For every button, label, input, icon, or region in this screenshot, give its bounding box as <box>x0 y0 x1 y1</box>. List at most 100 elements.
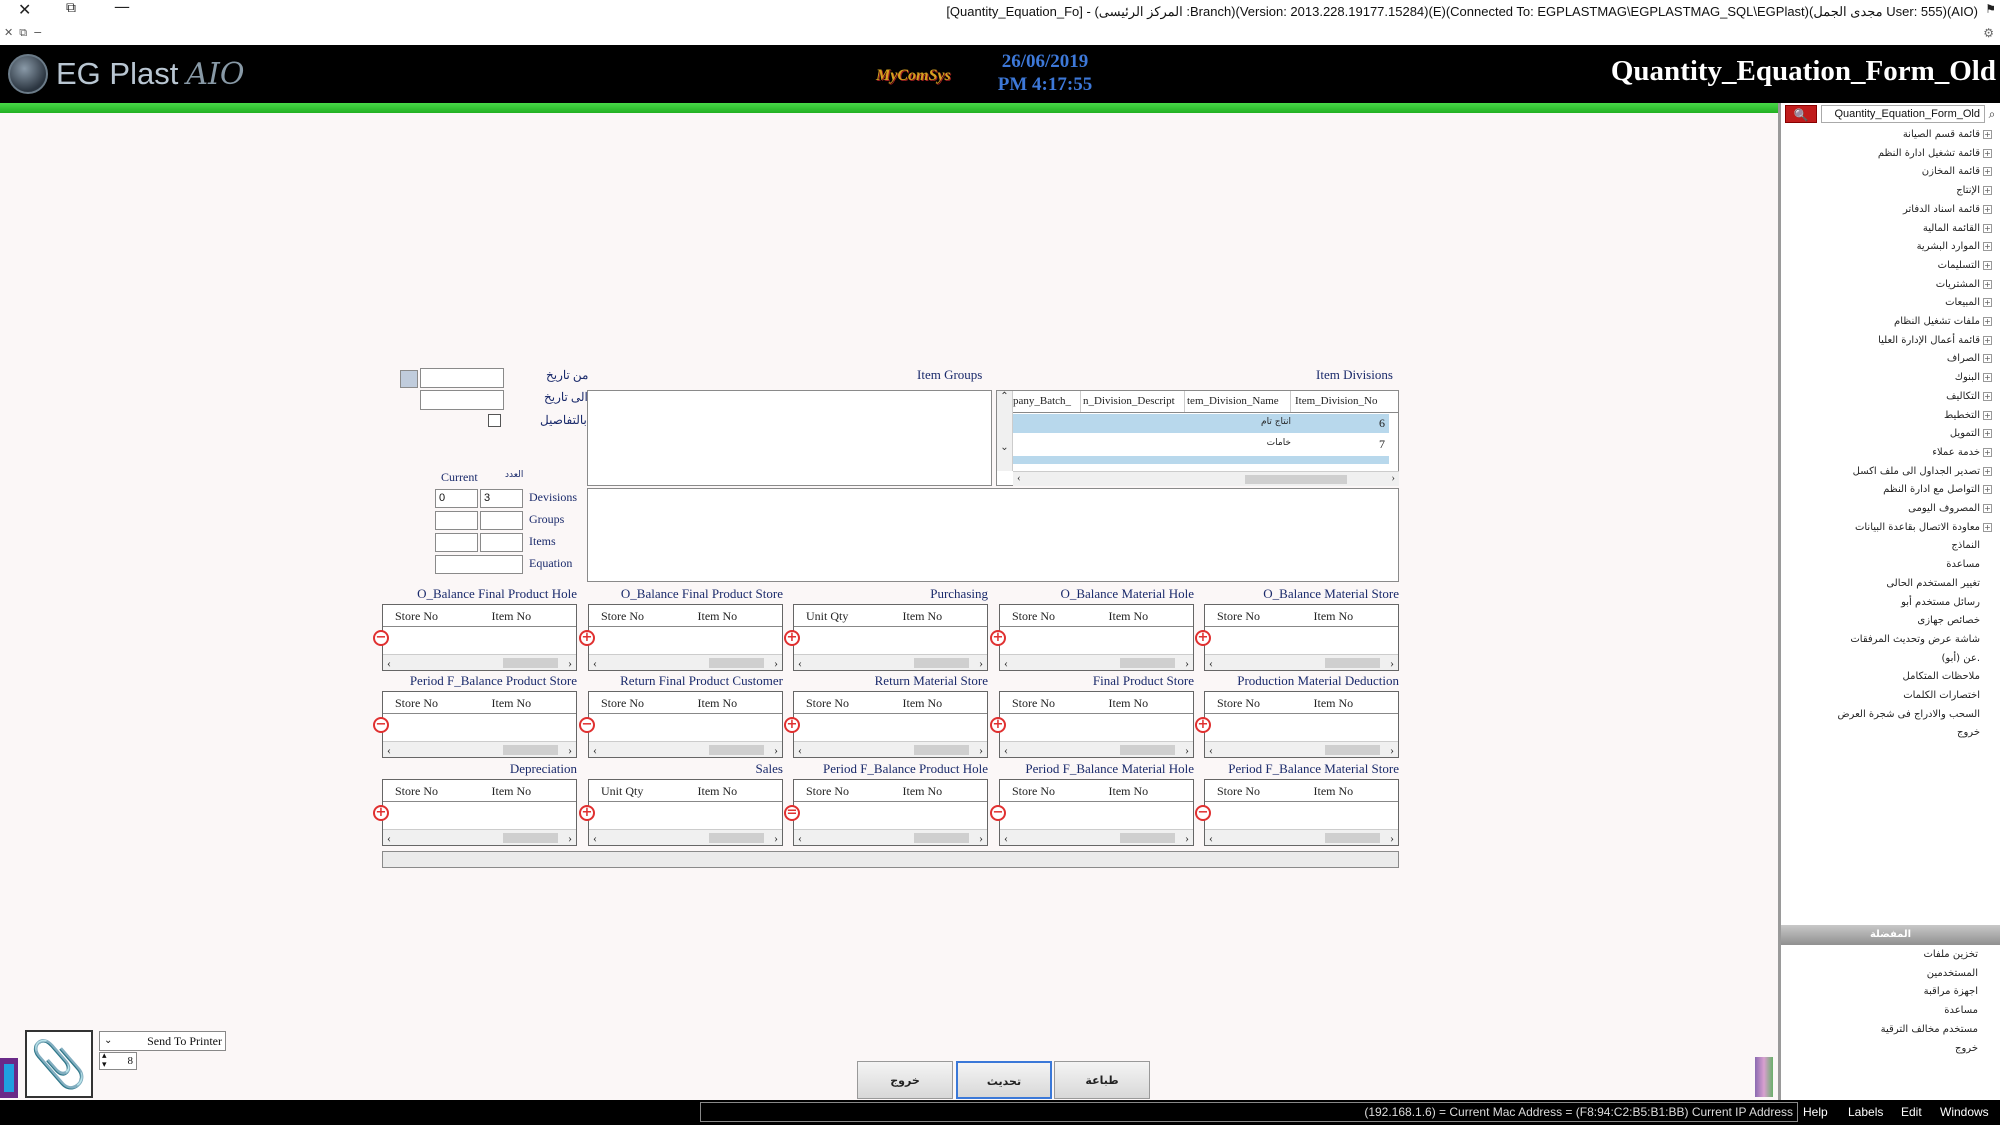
scroll-right-icon[interactable]: › <box>774 742 778 758</box>
scroll-left-icon[interactable]: ‹ <box>387 655 391 671</box>
column-header[interactable]: Store No <box>1000 780 1097 801</box>
expand-icon[interactable]: + <box>1983 466 1992 476</box>
sidebar-item[interactable]: الصراف + <box>1947 353 1992 364</box>
sidebar-item[interactable]: التواصل مع ادارة النظم + <box>1883 484 1992 495</box>
sidebar-item[interactable]: قائمة المخازن + <box>1922 166 1992 177</box>
printer-select[interactable]: ⌄ Send To Printer <box>99 1031 226 1051</box>
plus-circle-icon[interactable]: + <box>784 717 800 733</box>
scroll-thumb[interactable] <box>914 658 969 668</box>
from-date-input[interactable] <box>420 368 504 388</box>
table-row[interactable] <box>1013 456 1389 464</box>
expand-icon[interactable]: + <box>1983 522 1992 532</box>
plus-circle-icon[interactable]: + <box>579 805 595 821</box>
attachment-icon[interactable]: 📎 <box>25 1030 93 1098</box>
scroll-left-icon[interactable]: ‹ <box>387 830 391 846</box>
equation-grid[interactable]: Store No Item No ‹ › <box>1204 604 1399 671</box>
favorite-item[interactable]: المستخدمين <box>1927 968 1978 979</box>
column-header[interactable]: Item No <box>891 605 988 626</box>
column-header[interactable]: Item No <box>891 692 988 713</box>
scroll-right-icon[interactable]: › <box>979 830 983 846</box>
close-icon[interactable]: ✕ <box>18 0 31 19</box>
column-header[interactable]: Store No <box>589 692 686 713</box>
column-header[interactable]: Item No <box>1097 780 1194 801</box>
scroll-thumb[interactable] <box>1120 833 1175 843</box>
sidebar-item[interactable]: السحب والادراج فى شجرة العرض <box>1837 709 1980 720</box>
expand-icon[interactable]: + <box>1983 447 1992 457</box>
sidebar-item[interactable]: التسليمات + <box>1938 260 1992 271</box>
scroll-left-icon[interactable]: ‹ <box>798 742 802 758</box>
menu-edit[interactable]: Edit <box>1901 1105 1922 1119</box>
equation-grid[interactable]: Store No Item No ‹ › <box>382 604 577 671</box>
favorite-item[interactable]: خروج <box>1955 1043 1978 1054</box>
sidebar-item[interactable]: اختصارات الكلمات <box>1903 690 1980 701</box>
divisions-hscroll[interactable]: ‹ › <box>1013 471 1399 486</box>
sidebar-item[interactable]: المبيعات + <box>1945 297 1992 308</box>
equation-grid[interactable]: Store No Item No ‹ › <box>382 691 577 758</box>
column-header[interactable]: Unit Qty <box>589 780 686 801</box>
minus-circle-icon[interactable]: − <box>990 805 1006 821</box>
equation-panel[interactable] <box>587 488 1399 582</box>
favorite-item[interactable]: مساعدة <box>1944 1005 1978 1016</box>
grid-hscroll[interactable]: ‹ › <box>383 829 576 845</box>
books-icon[interactable] <box>1755 1057 1773 1097</box>
sidebar-item[interactable]: النماذج <box>1951 540 1980 551</box>
expand-icon[interactable]: + <box>1983 373 1992 383</box>
grid-hscroll[interactable]: ‹ › <box>1000 741 1193 757</box>
equation-grid[interactable]: Store No Item No ‹ › <box>793 779 988 846</box>
minus-circle-icon[interactable]: − <box>1195 805 1211 821</box>
favorite-item[interactable]: مستخدم مخالف الترقية <box>1881 1024 1978 1035</box>
sidebar-item[interactable]: خروج <box>1957 727 1980 738</box>
stepper-arrows-icon[interactable]: ▴ ▾ <box>102 1051 107 1069</box>
sidebar-item[interactable]: رسائل مستخدم أبو <box>1901 597 1980 608</box>
column-header[interactable]: pany_Batch_ <box>1013 391 1081 412</box>
expand-icon[interactable]: + <box>1983 504 1992 513</box>
expand-icon[interactable]: + <box>1983 186 1992 196</box>
scroll-right-icon[interactable]: › <box>774 655 778 671</box>
expand-icon[interactable]: + <box>1983 130 1992 139</box>
count-input[interactable]: 3 <box>480 489 523 508</box>
scroll-left-icon[interactable]: ‹ <box>798 655 802 671</box>
equation-grid[interactable]: Store No Item No ‹ › <box>382 779 577 846</box>
details-checkbox[interactable] <box>488 414 501 427</box>
plus-circle-icon[interactable]: + <box>579 630 595 646</box>
sidebar-item[interactable]: المصروف اليومى + <box>1908 503 1992 514</box>
expand-icon[interactable]: + <box>1983 148 1992 158</box>
current-input[interactable] <box>435 555 523 574</box>
item-divisions-grid[interactable]: ⌃ ⌄ pany_Batch_ n_Division_Descript tem_… <box>996 390 1399 486</box>
grid-hscroll[interactable]: ‹ › <box>1205 829 1398 845</box>
scroll-thumb[interactable] <box>709 745 764 755</box>
scroll-left-icon[interactable]: ‹ <box>1004 655 1008 671</box>
scroll-left-icon[interactable]: ‹ <box>1004 830 1008 846</box>
settings-icon[interactable]: ⚙ <box>1983 26 1994 40</box>
equation-grid[interactable]: Store No Item No ‹ › <box>793 691 988 758</box>
equals-circle-icon[interactable]: = <box>784 805 800 821</box>
scroll-up-icon[interactable]: ⌃ <box>997 391 1012 402</box>
expand-icon[interactable]: + <box>1983 429 1992 439</box>
equation-grid[interactable]: Store No Item No ‹ › <box>588 604 783 671</box>
item-groups-list[interactable] <box>587 390 992 486</box>
sidebar-item[interactable]: قائمة اسناد الدفاتر + <box>1903 204 1992 215</box>
divisions-vscroll[interactable]: ⌃ ⌄ <box>997 391 1013 471</box>
table-row[interactable]: خامات 7 <box>1013 435 1389 455</box>
column-header[interactable]: Item No <box>1097 605 1194 626</box>
column-header[interactable]: Item No <box>1097 692 1194 713</box>
expand-icon[interactable]: + <box>1983 391 1992 401</box>
column-header[interactable]: Item No <box>480 605 577 626</box>
sidebar-item[interactable]: المشتريات + <box>1936 279 1992 290</box>
plus-circle-icon[interactable]: + <box>1195 630 1211 646</box>
equation-grid[interactable]: Store No Item No ‹ › <box>588 691 783 758</box>
sidebar-item[interactable]: تصدير الجداول الى ملف اكسل + <box>1853 466 1992 477</box>
scroll-left-icon[interactable]: ‹ <box>1017 472 1021 484</box>
column-header[interactable]: Item No <box>686 692 783 713</box>
sidebar-item[interactable]: البنوك + <box>1955 372 1992 383</box>
favorite-item[interactable]: اجهزة مراقبة <box>1924 986 1978 997</box>
sidebar-item[interactable]: الإنتاج + <box>1956 185 1992 196</box>
brush-icon[interactable] <box>4 1064 14 1092</box>
scroll-thumb[interactable] <box>503 745 558 755</box>
scroll-thumb[interactable] <box>709 833 764 843</box>
column-header[interactable]: Store No <box>383 692 480 713</box>
scroll-left-icon[interactable]: ‹ <box>593 655 597 671</box>
scroll-left-icon[interactable]: ‹ <box>1209 830 1213 846</box>
plus-circle-icon[interactable]: + <box>373 805 389 821</box>
sidebar-item[interactable]: خصائص جهازى <box>1917 615 1980 626</box>
